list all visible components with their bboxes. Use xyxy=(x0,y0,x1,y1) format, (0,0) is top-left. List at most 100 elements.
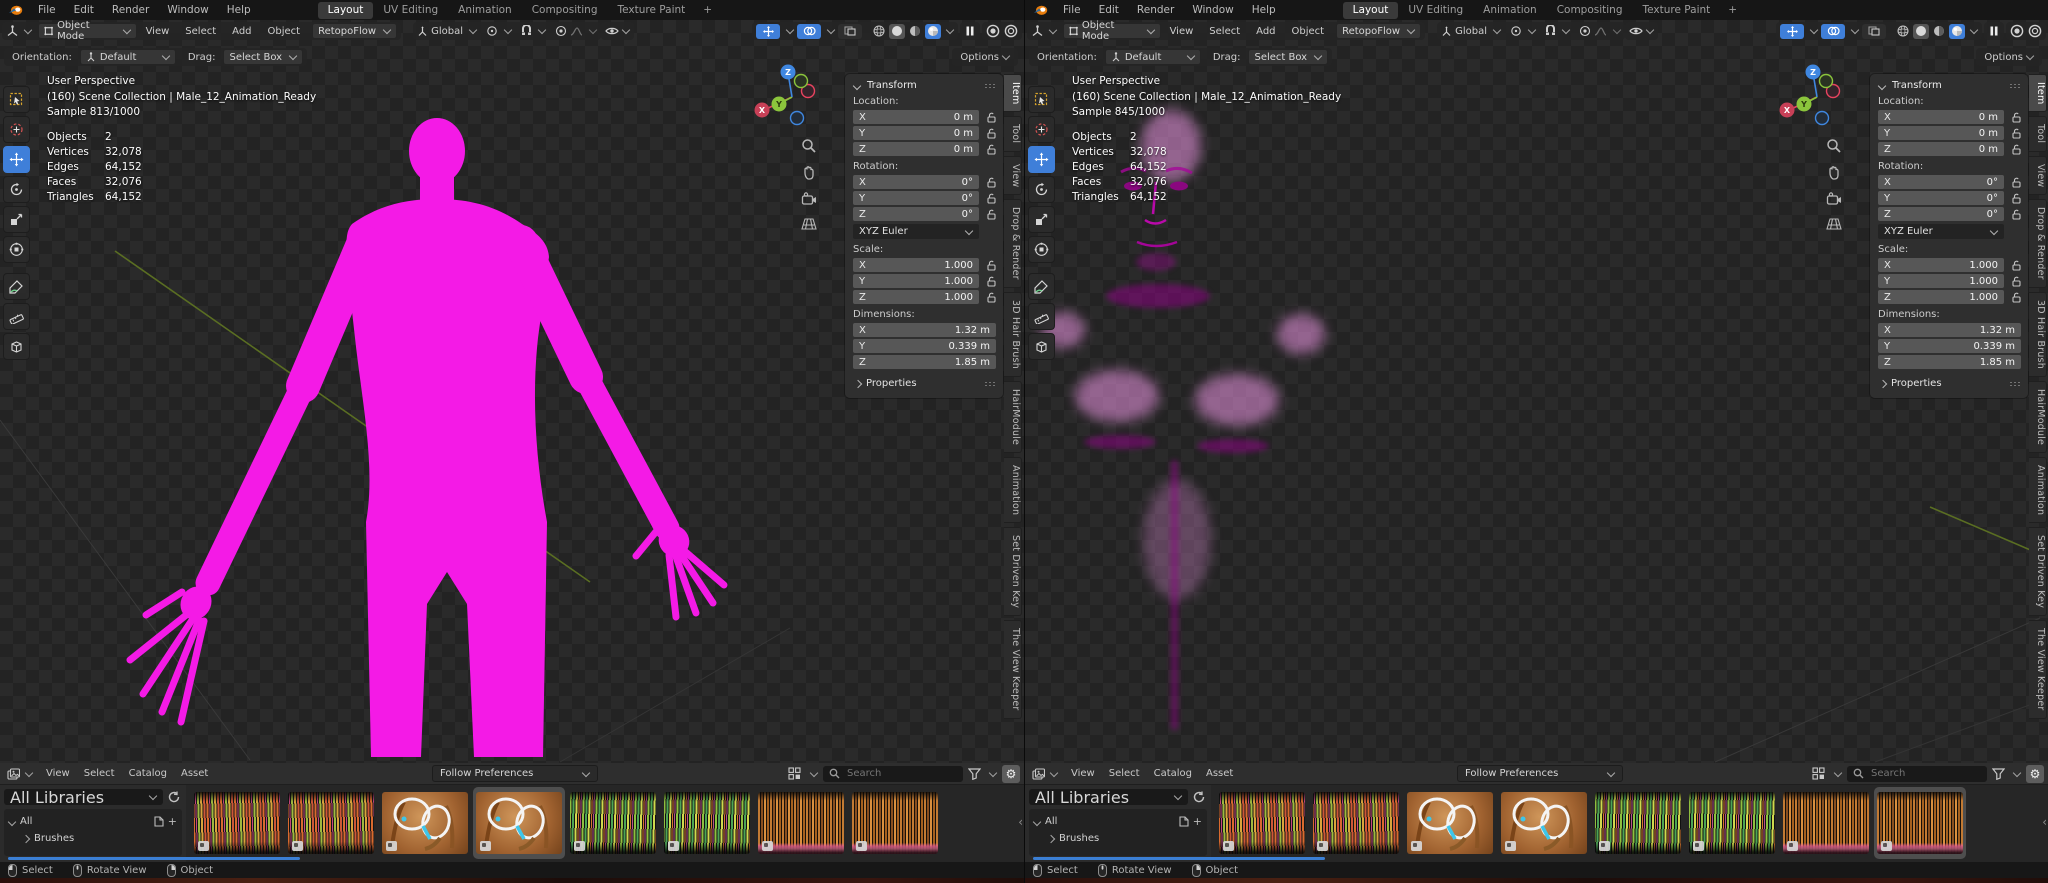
refresh-library-icon[interactable] xyxy=(166,789,182,805)
shading-solid-icon[interactable] xyxy=(1913,24,1929,39)
ab-view-menu[interactable]: View xyxy=(39,768,77,779)
measure-tool[interactable] xyxy=(3,303,30,330)
npanel-tab-drop-render[interactable]: Drop & Render xyxy=(1004,199,1022,288)
catalog-item-brushes[interactable]: Brushes xyxy=(1048,830,1202,847)
ab-select-menu[interactable]: Select xyxy=(77,768,122,779)
scale-z-field[interactable]: Z1.000 xyxy=(853,290,979,304)
options-dropdown[interactable]: Options xyxy=(952,48,1018,66)
scale-y-field[interactable]: Y1.000 xyxy=(1878,274,2004,288)
npanel-tab-3d-hair-brush[interactable]: 3D Hair Brush xyxy=(2029,292,2047,377)
asset-thumbnail[interactable] xyxy=(1498,787,1590,859)
menu-help[interactable]: Help xyxy=(1243,0,1285,20)
ab-catalog-menu[interactable]: Catalog xyxy=(1147,768,1199,779)
select-box-tool[interactable] xyxy=(3,86,30,113)
visibility-dropdown[interactable] xyxy=(601,22,634,40)
falloff-curve-icon[interactable] xyxy=(570,26,583,37)
search-input[interactable] xyxy=(845,767,957,780)
scale-x-field[interactable]: X1.000 xyxy=(1878,258,2004,272)
asset-thumbnail[interactable] xyxy=(1216,787,1308,859)
dimensions-y-field[interactable]: Y0.339 m xyxy=(1878,339,2021,353)
menu-file[interactable]: File xyxy=(1054,0,1090,20)
pivot-point-icon[interactable] xyxy=(1510,25,1522,37)
pause-button[interactable] xyxy=(960,22,980,40)
lock-icon[interactable] xyxy=(979,193,996,204)
workspace-tab[interactable]: Texture Paint xyxy=(1633,2,1721,19)
workspace-tab[interactable]: Animation xyxy=(448,2,522,19)
asset-thumbnail[interactable] xyxy=(661,787,753,859)
falloff-curve-icon[interactable] xyxy=(1594,26,1607,37)
dimensions-x-field[interactable]: X1.32 m xyxy=(853,323,996,337)
location-x-field[interactable]: X0 m xyxy=(853,110,979,124)
asset-thumbnail[interactable] xyxy=(1310,787,1402,859)
asset-search-box[interactable] xyxy=(823,766,963,782)
lock-icon[interactable] xyxy=(979,260,996,271)
editor-type-3d-viewport-icon[interactable] xyxy=(1031,25,1044,37)
lock-icon[interactable] xyxy=(2004,144,2021,155)
lock-icon[interactable] xyxy=(2004,260,2021,271)
camera-view-icon[interactable] xyxy=(801,192,817,206)
search-input[interactable] xyxy=(1869,767,1981,780)
record-dot-icon[interactable] xyxy=(986,24,1000,38)
shading-rendered-icon[interactable] xyxy=(1949,24,1965,39)
lock-icon[interactable] xyxy=(2004,128,2021,139)
transform-tool[interactable] xyxy=(3,236,30,263)
horizontal-scrollbar[interactable] xyxy=(1033,857,1325,860)
npanel-tab-item[interactable]: Item xyxy=(1004,74,1022,112)
lock-icon[interactable] xyxy=(979,144,996,155)
npanel-tab-hairmodule[interactable]: HairModule xyxy=(2029,381,2047,453)
workspace-tab[interactable]: Layout xyxy=(318,2,374,19)
asset-thumbnail[interactable] xyxy=(1874,787,1966,859)
lock-icon[interactable] xyxy=(2004,177,2021,188)
location-z-field[interactable]: Z0 m xyxy=(1878,142,2004,156)
new-catalog-icon[interactable] xyxy=(154,816,164,827)
rotate-tool[interactable] xyxy=(1028,176,1055,203)
lock-icon[interactable] xyxy=(2004,276,2021,287)
record-dot-icon[interactable] xyxy=(2010,24,2024,38)
shading-rendered-icon[interactable] xyxy=(925,24,941,39)
location-y-field[interactable]: Y0 m xyxy=(1878,126,2004,140)
new-catalog-icon[interactable] xyxy=(1179,816,1189,827)
npanel-tab-view-keeper[interactable]: The View Keeper xyxy=(1004,620,1022,718)
perspective-toggle-icon[interactable] xyxy=(801,217,817,231)
workspace-tab[interactable]: Compositing xyxy=(522,2,608,19)
collapse-region-chevron-icon[interactable]: ‹ xyxy=(1018,815,1023,829)
retopoflow-menu[interactable]: RetopoFlow xyxy=(1336,23,1421,39)
ab-asset-menu[interactable]: Asset xyxy=(1199,768,1240,779)
rotation-z-field[interactable]: Z0° xyxy=(853,207,979,221)
show-gizmo-toggle[interactable] xyxy=(1780,24,1804,39)
rotation-y-field[interactable]: Y0° xyxy=(1878,191,2004,205)
asset-thumbnail[interactable] xyxy=(379,787,471,859)
show-overlays-toggle[interactable] xyxy=(797,24,821,39)
editor-type-chevron-icon[interactable] xyxy=(1049,26,1057,34)
asset-search-box[interactable] xyxy=(1847,766,1987,782)
npanel-tab-animation[interactable]: Animation xyxy=(2029,457,2047,523)
horizontal-scrollbar[interactable] xyxy=(8,857,300,860)
record-ring-icon[interactable] xyxy=(2028,24,2042,38)
editor-type-asset-browser-icon[interactable] xyxy=(1032,768,1045,780)
workspace-tab[interactable]: Animation xyxy=(1473,2,1547,19)
options-dropdown[interactable]: Options xyxy=(1976,48,2042,66)
select-box-tool[interactable] xyxy=(1028,86,1055,113)
npanel-tab-tool[interactable]: Tool xyxy=(1004,116,1022,151)
move-view-hand-icon[interactable] xyxy=(1826,165,1842,181)
scale-tool[interactable] xyxy=(1028,206,1055,233)
npanel-tab-drop-render[interactable]: Drop & Render xyxy=(2029,199,2047,288)
display-settings-icon[interactable] xyxy=(788,767,802,780)
library-dropdown[interactable]: All Libraries xyxy=(4,789,163,805)
zoom-icon[interactable] xyxy=(801,138,817,154)
select-menu[interactable]: Select xyxy=(178,26,223,37)
workspace-tab[interactable]: Texture Paint xyxy=(608,2,696,19)
import-method-dropdown[interactable]: Follow Preferences xyxy=(432,765,598,782)
catalog-item-all[interactable]: All + xyxy=(1034,813,1202,830)
location-z-field[interactable]: Z0 m xyxy=(853,142,979,156)
scale-x-field[interactable]: X1.000 xyxy=(853,258,979,272)
asset-thumbnail[interactable] xyxy=(285,787,377,859)
menu-edit[interactable]: Edit xyxy=(65,0,103,20)
orientation-default-dropdown[interactable]: Default xyxy=(1105,49,1201,65)
catalog-item-all[interactable]: All + xyxy=(9,813,177,830)
lock-icon[interactable] xyxy=(979,276,996,287)
proportional-editing-icon[interactable] xyxy=(555,25,567,37)
npanel-tab-view-keeper[interactable]: The View Keeper xyxy=(2029,620,2047,718)
annotate-tool[interactable] xyxy=(1028,273,1055,300)
ab-view-menu[interactable]: View xyxy=(1064,768,1102,779)
